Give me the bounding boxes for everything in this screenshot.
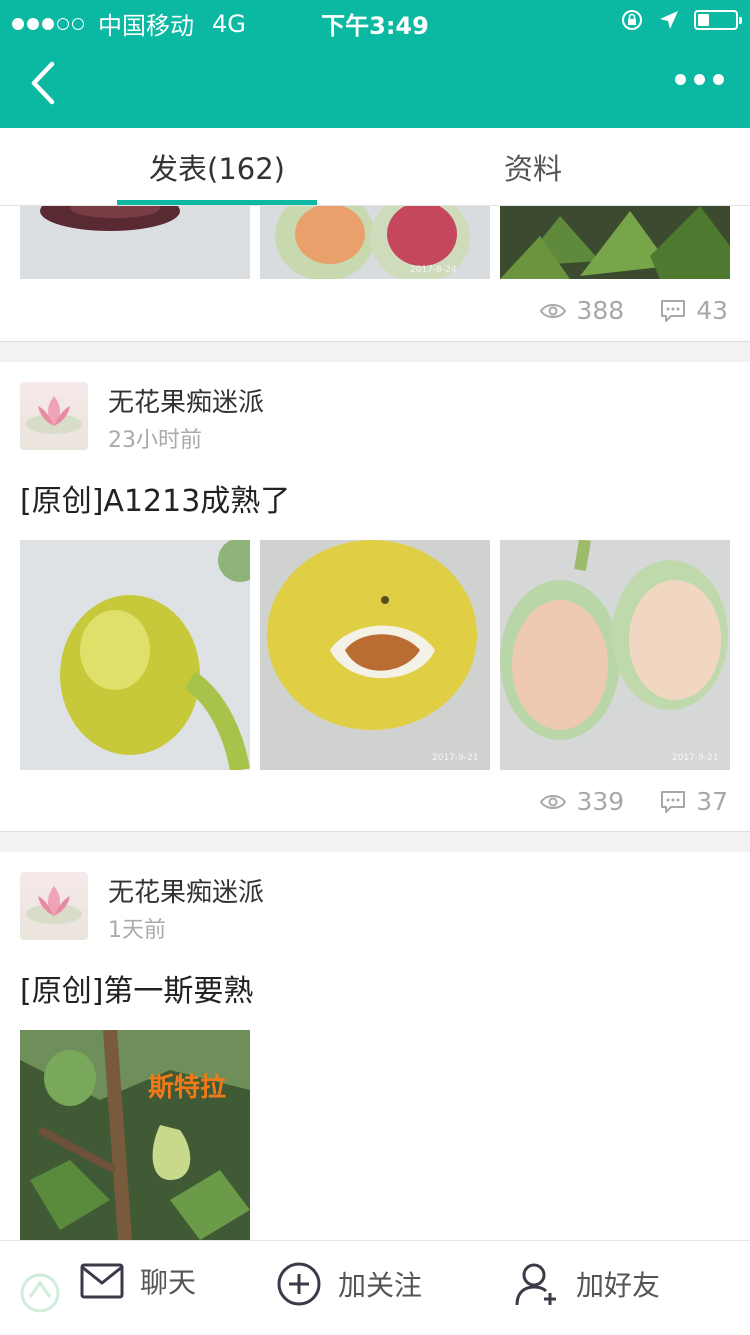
chat-label: 聊天 — [140, 1266, 197, 1299]
watermark-logo-icon — [20, 1273, 60, 1313]
post-image[interactable]: 2017-9-21 — [260, 540, 490, 770]
post-stats: 388 43 — [540, 296, 728, 325]
post-image[interactable] — [20, 206, 250, 279]
post-image[interactable]: 2017-8-24 — [260, 206, 490, 279]
post-card[interactable]: 2017-8-24 388 43 — [0, 206, 750, 341]
comment-icon — [661, 790, 686, 813]
svg-text:2017-9-21: 2017-9-21 — [432, 753, 479, 763]
status-bar: 中国移动 4G 下午3:49 — [0, 0, 750, 40]
post-stats: 339 37 — [540, 787, 728, 816]
tab-profile[interactable]: 资料 — [403, 146, 663, 188]
location-arrow-icon — [660, 11, 678, 29]
post-separator — [0, 341, 750, 362]
comment-icon — [661, 299, 686, 322]
view-count: 388 — [576, 296, 625, 325]
comment-count: 43 — [696, 296, 728, 325]
post-image[interactable] — [20, 540, 250, 770]
post-time: 23小时前 — [108, 428, 202, 453]
view-count: 339 — [576, 787, 625, 816]
add-friend-button[interactable]: 加好友 — [514, 1261, 660, 1307]
post-card[interactable]: 无花果痴迷派 1天前 [原创]第一斯要熟 斯特拉 — [0, 852, 750, 1240]
svg-text:2017-8-24: 2017-8-24 — [410, 265, 457, 275]
post-image[interactable]: 2017-9-21 — [500, 540, 730, 770]
status-right — [620, 8, 742, 32]
post-title[interactable]: [原创]A1213成熟了 — [20, 476, 290, 520]
post-image[interactable]: 斯特拉 — [20, 1030, 250, 1240]
avatar[interactable] — [20, 872, 88, 940]
add-friend-label: 加好友 — [576, 1269, 661, 1302]
author-name[interactable]: 无花果痴迷派 — [108, 872, 264, 909]
chat-button[interactable]: 聊天 — [80, 1261, 196, 1301]
active-tab-indicator — [117, 200, 317, 205]
chevron-left-icon — [31, 61, 55, 105]
more-button[interactable] — [675, 74, 724, 85]
image-caption: 斯特拉 — [148, 1072, 226, 1103]
profile-tabs: 发表(162) 资料 — [0, 128, 750, 206]
eye-icon — [540, 794, 567, 809]
avatar[interactable] — [20, 382, 88, 450]
follow-label: 加关注 — [338, 1269, 423, 1302]
comment-count: 37 — [696, 787, 728, 816]
battery-fill — [698, 14, 709, 26]
back-button[interactable] — [22, 58, 72, 108]
post-separator — [0, 831, 750, 852]
plus-circle-icon — [277, 1262, 321, 1306]
tab-posts[interactable]: 发表(162) — [87, 146, 347, 188]
post-card[interactable]: 无花果痴迷派 23小时前 [原创]A1213成熟了 2017-9-21 2017… — [0, 362, 750, 832]
mail-icon — [80, 1263, 124, 1299]
post-image[interactable] — [500, 206, 730, 279]
nav-bar — [0, 40, 750, 128]
follow-button[interactable]: 加关注 — [276, 1261, 422, 1307]
eye-icon — [540, 303, 567, 318]
post-time: 1天前 — [108, 918, 166, 943]
rotation-lock-icon — [622, 10, 642, 30]
post-title[interactable]: [原创]第一斯要熟 — [20, 966, 253, 1010]
svg-text:2017-9-21: 2017-9-21 — [672, 753, 719, 763]
ellipsis-icon — [675, 74, 686, 85]
add-user-icon — [515, 1263, 556, 1306]
bottom-action-bar: 聊天 加关注 加好友 — [0, 1240, 750, 1335]
post-feed[interactable]: 2017-8-24 388 43 无花果痴迷派 23小时前 [原创]A1213成… — [0, 206, 750, 1240]
battery-icon — [694, 10, 742, 30]
author-name[interactable]: 无花果痴迷派 — [108, 382, 264, 419]
